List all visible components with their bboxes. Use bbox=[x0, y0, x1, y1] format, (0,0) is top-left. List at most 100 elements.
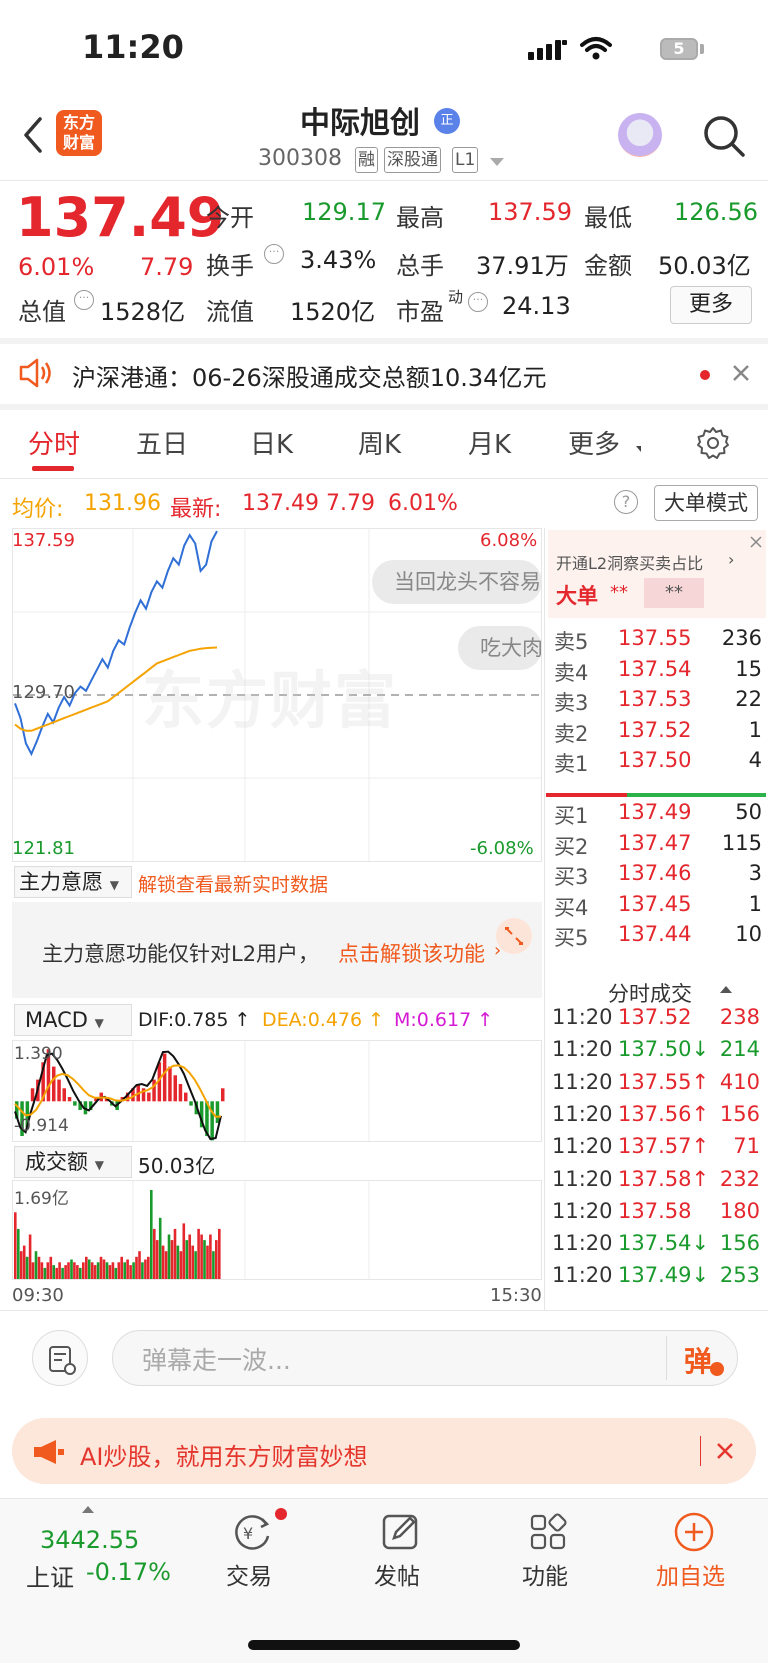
notes-icon[interactable] bbox=[32, 1330, 88, 1386]
volume-bar bbox=[123, 1262, 126, 1279]
close-icon[interactable] bbox=[748, 534, 764, 550]
expand-icon[interactable] bbox=[496, 918, 532, 954]
volume-bar bbox=[67, 1262, 70, 1279]
volume-value: 37.91万 bbox=[476, 252, 569, 280]
add-watchlist-icon[interactable] bbox=[672, 1510, 716, 1554]
main-force-selector[interactable]: 主力意愿 ▼ bbox=[14, 866, 132, 898]
index-name[interactable]: 上证 bbox=[26, 1558, 74, 1593]
pct-axis-top: 6.08% bbox=[480, 530, 538, 551]
chevron-right-icon: › bbox=[728, 550, 735, 569]
watermark: 东方财富 bbox=[142, 664, 399, 737]
trade-icon[interactable]: ¥ bbox=[230, 1510, 274, 1554]
volume-bar bbox=[96, 1262, 100, 1279]
ask-price: 137.54 bbox=[618, 656, 692, 681]
post-icon[interactable] bbox=[378, 1510, 422, 1554]
signal-icon bbox=[528, 38, 568, 62]
volume-chart[interactable] bbox=[12, 1180, 542, 1280]
more-quote-button[interactable]: 更多 bbox=[670, 286, 752, 324]
volume-bar bbox=[212, 1251, 215, 1279]
bid-volume: 50 bbox=[735, 800, 762, 824]
nav-post[interactable]: 发帖 bbox=[374, 1557, 420, 1591]
volume-bar bbox=[135, 1256, 138, 1279]
macd-selector[interactable]: MACD ▼ bbox=[14, 1004, 132, 1036]
divider bbox=[0, 478, 768, 479]
notice-text[interactable]: 沪深港通：06-26深股通成交总额10.34亿元 bbox=[72, 358, 546, 393]
verified-badge: 正 bbox=[434, 108, 460, 134]
volume-selector[interactable]: 成交额 ▼ bbox=[14, 1146, 132, 1178]
low-value: 126.56 bbox=[674, 198, 758, 226]
volume-bar bbox=[114, 1267, 118, 1279]
notification-dot bbox=[275, 1508, 287, 1520]
index-value[interactable]: 3442.55 bbox=[40, 1526, 139, 1554]
tick-volume: 180 bbox=[719, 1198, 760, 1223]
big-order-mode-button[interactable]: 大单模式 bbox=[654, 485, 758, 521]
volume-bar bbox=[17, 1228, 20, 1279]
bid-row[interactable]: 买4 137.45 1 bbox=[554, 892, 762, 922]
tab-daily-k[interactable]: 日K bbox=[250, 424, 293, 461]
nav-functions[interactable]: 功能 bbox=[522, 1557, 568, 1591]
l2-promo-text[interactable]: 开通L2洞察买卖占比 bbox=[556, 550, 703, 574]
tick-volume: 71 bbox=[733, 1134, 760, 1159]
ask-row[interactable]: 卖2 137.52 1 bbox=[554, 718, 762, 748]
tick-price: 137.58 bbox=[618, 1198, 692, 1223]
tick-price: 137.50↓ bbox=[618, 1037, 710, 1062]
latest-percent: 6.01% bbox=[388, 491, 458, 516]
expand-up-icon[interactable] bbox=[82, 1506, 94, 1513]
divider bbox=[666, 1336, 667, 1380]
info-icon[interactable]: ··· bbox=[468, 292, 488, 312]
close-icon[interactable] bbox=[730, 362, 752, 384]
caret-down-icon[interactable] bbox=[490, 158, 504, 166]
help-icon[interactable]: ? bbox=[614, 490, 638, 514]
info-icon[interactable]: ··· bbox=[264, 244, 284, 264]
macd-chart[interactable] bbox=[12, 1040, 542, 1142]
unlock-feature-link[interactable]: 点击解锁该功能 bbox=[338, 938, 485, 968]
ask-row[interactable]: 卖4 137.54 15 bbox=[554, 657, 762, 687]
search-icon[interactable] bbox=[702, 114, 746, 158]
volume-bar bbox=[105, 1262, 109, 1279]
close-icon[interactable] bbox=[714, 1440, 736, 1462]
amount-label: 金额 bbox=[584, 252, 632, 280]
ask-row[interactable]: 卖5 137.55 236 bbox=[554, 626, 762, 656]
ask-row[interactable]: 卖3 137.53 22 bbox=[554, 687, 762, 717]
tab-five-day[interactable]: 五日 bbox=[136, 424, 188, 461]
tick-volume: 214 bbox=[719, 1037, 760, 1062]
volume-bar bbox=[102, 1259, 106, 1279]
info-icon[interactable]: ··· bbox=[74, 290, 94, 310]
bid-row[interactable]: 买1 137.49 50 bbox=[554, 800, 762, 830]
status-time: 11:20 bbox=[82, 28, 184, 66]
bid-row[interactable]: 买2 137.47 115 bbox=[554, 831, 762, 861]
open-label: 今开 bbox=[206, 204, 254, 232]
assistant-avatar-icon[interactable] bbox=[618, 113, 662, 157]
functions-grid-icon[interactable] bbox=[526, 1510, 570, 1554]
tab-more[interactable]: 更多 bbox=[568, 424, 620, 461]
tab-monthly-k[interactable]: 月K bbox=[468, 424, 511, 461]
unlock-data-link[interactable]: 解锁查看最新实时数据 bbox=[138, 870, 328, 897]
volume-bar bbox=[37, 1256, 41, 1279]
stock-name: 中际旭创 bbox=[300, 106, 420, 141]
bid-row[interactable]: 买5 137.44 10 bbox=[554, 922, 762, 952]
nav-add-watchlist[interactable]: 加自选 bbox=[656, 1557, 725, 1591]
ask-row[interactable]: 卖1 137.50 4 bbox=[554, 748, 762, 778]
turnover-label: 换手 bbox=[206, 252, 254, 280]
back-icon[interactable] bbox=[18, 115, 48, 155]
volume-bar bbox=[206, 1245, 209, 1279]
nav-trade[interactable]: 交易 bbox=[226, 1557, 272, 1591]
volume-bar bbox=[31, 1262, 35, 1279]
tab-intraday[interactable]: 分时 bbox=[28, 424, 80, 461]
macd-y-top: 1.390 bbox=[14, 1044, 63, 1064]
sort-up-icon bbox=[720, 986, 732, 993]
promo-text[interactable]: AI炒股，就用东方财富妙想 bbox=[80, 1437, 368, 1472]
change-percent: 6.01% bbox=[18, 253, 95, 281]
ticks-header[interactable]: 分时成交 bbox=[608, 978, 692, 1008]
settings-gear-icon[interactable] bbox=[696, 426, 730, 460]
index-change[interactable]: -0.17% bbox=[86, 1558, 171, 1586]
volume-bar bbox=[138, 1251, 141, 1279]
danmu-toggle-button[interactable]: 弹 bbox=[684, 1340, 712, 1380]
bid-row[interactable]: 买3 137.46 3 bbox=[554, 861, 762, 891]
bid-level-label: 买3 bbox=[554, 865, 589, 889]
volume-bar bbox=[40, 1262, 44, 1279]
time-end: 15:30 bbox=[490, 1285, 542, 1306]
volume-bar bbox=[209, 1234, 212, 1279]
tab-weekly-k[interactable]: 周K bbox=[358, 424, 401, 461]
tick-time: 11:20 bbox=[552, 1263, 613, 1288]
